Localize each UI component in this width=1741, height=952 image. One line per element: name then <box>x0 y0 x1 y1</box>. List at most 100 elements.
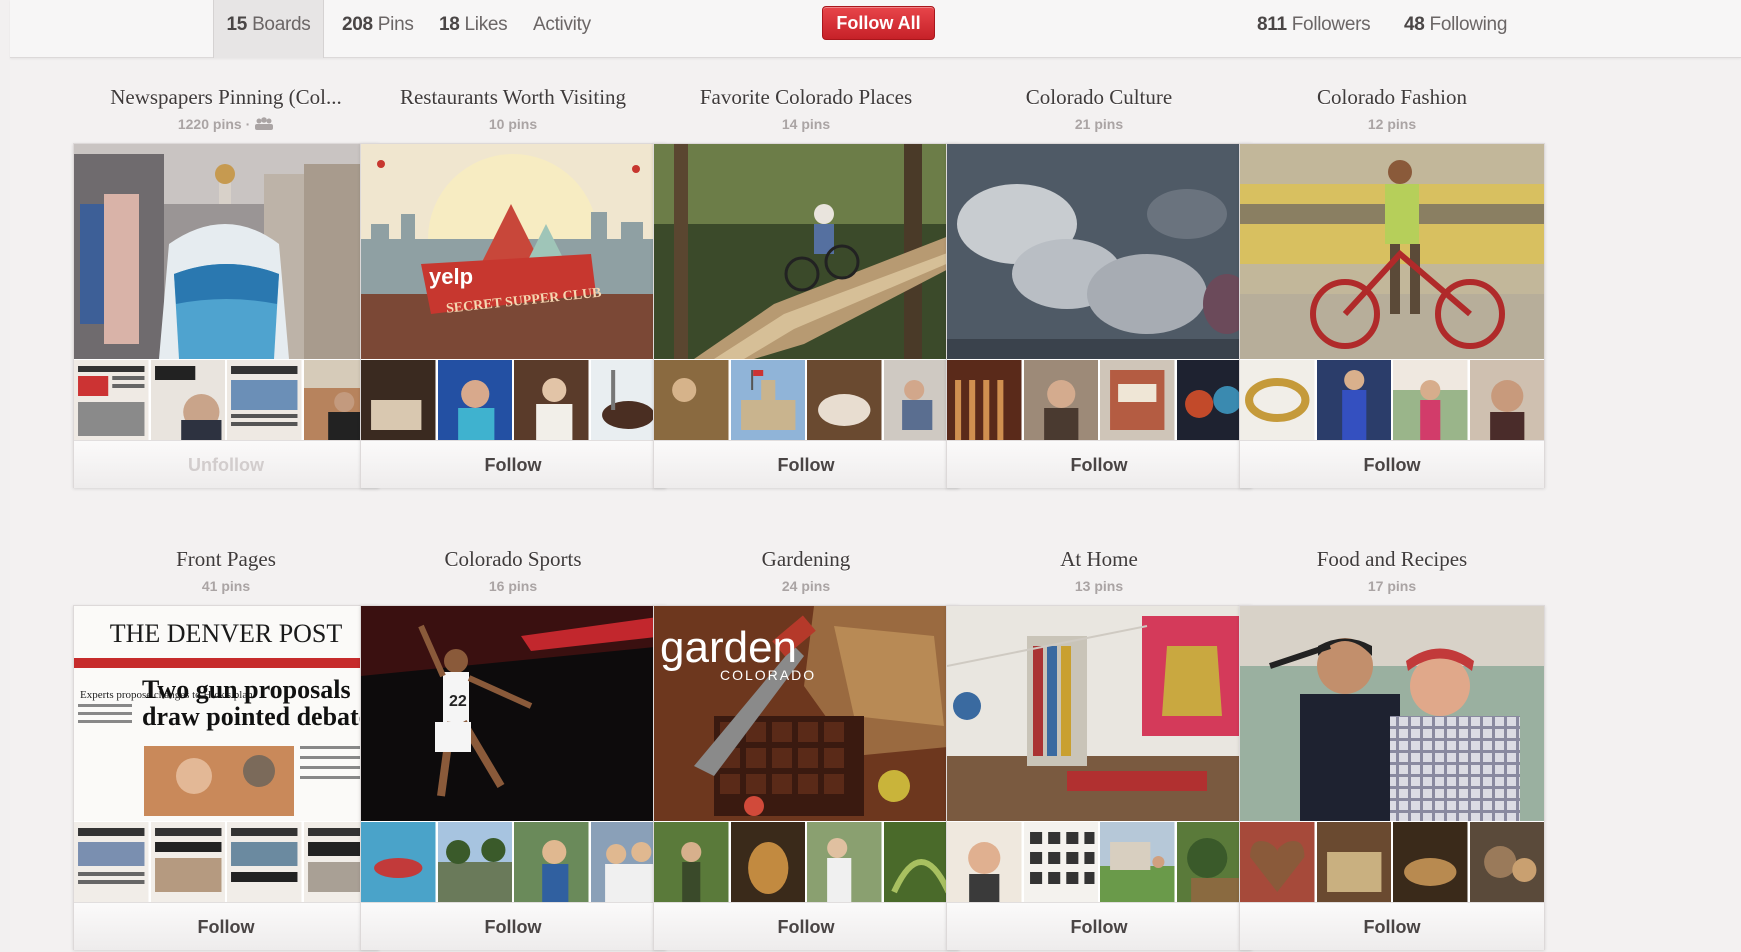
board-front-pages[interactable]: Front Pages 41 pins THE DENVER POST Expe… <box>73 545 379 950</box>
jersey-number: 22 <box>449 693 467 710</box>
board-title[interactable]: Front Pages <box>73 545 379 573</box>
board-title[interactable]: Colorado Culture <box>946 83 1252 111</box>
board-pin-count: 1220 pins · <box>73 111 379 137</box>
board-cover-image[interactable] <box>654 144 958 359</box>
board-newspapers-pinning[interactable]: Newspapers Pinning (Col... 1220 pins · U… <box>73 83 379 488</box>
follow-button[interactable]: Follow <box>654 902 958 950</box>
thumbnail-image[interactable] <box>514 822 589 902</box>
board-card[interactable]: garden COLORADO Follow <box>653 605 959 950</box>
follow-all-button[interactable]: Follow All <box>822 6 935 40</box>
board-cover-image[interactable] <box>947 606 1251 821</box>
thumbnail-image[interactable] <box>150 822 225 902</box>
board-restaurants-worth-visiting[interactable]: Restaurants Worth Visiting 10 pins yelp <box>360 83 666 488</box>
board-cover-image[interactable] <box>1240 144 1544 359</box>
thumbnail-image[interactable] <box>1240 360 1315 440</box>
thumbnail-image[interactable] <box>437 360 512 440</box>
board-pin-count: 16 pins <box>488 578 538 594</box>
board-cover-image[interactable]: yelp SECRET SUPPER CLUB <box>361 144 665 359</box>
thumbnail-image[interactable] <box>654 822 729 902</box>
board-title[interactable]: Restaurants Worth Visiting <box>360 83 666 111</box>
board-card[interactable]: Unfollow <box>73 143 379 488</box>
board-cover-image[interactable]: THE DENVER POST Experts propose changes … <box>74 606 378 821</box>
thumbnail-image[interactable] <box>514 360 589 440</box>
board-card[interactable]: 22 Follow <box>360 605 666 950</box>
board-title[interactable]: Gardening <box>653 545 959 573</box>
board-gardening[interactable]: Gardening 24 pins garden COLORADO Follow <box>653 545 959 950</box>
follow-button[interactable]: Follow <box>1240 440 1544 488</box>
board-title[interactable]: At Home <box>946 545 1252 573</box>
profile-boards-page: 15 Boards 208 Pins 18 Likes Activity Fol… <box>10 0 1741 952</box>
thumbnail-image[interactable] <box>437 822 512 902</box>
thumbnail-image[interactable] <box>1316 822 1391 902</box>
board-at-home[interactable]: At Home 13 pins Follow <box>946 545 1252 950</box>
follow-button[interactable]: Follow <box>947 902 1251 950</box>
thumbnail-image[interactable] <box>1393 360 1468 440</box>
board-card[interactable]: Follow <box>946 605 1252 950</box>
board-pin-count: 12 pins <box>1367 116 1417 132</box>
tab-following[interactable]: 48 Following <box>1404 0 1507 58</box>
thumbnail-image[interactable] <box>1100 822 1175 902</box>
thumbnail-image[interactable] <box>1100 360 1175 440</box>
tab-boards[interactable]: 15 Boards <box>213 0 324 58</box>
board-card[interactable]: Follow <box>653 143 959 488</box>
follow-button[interactable]: Follow <box>947 440 1251 488</box>
tab-likes[interactable]: 18 Likes <box>439 0 508 58</box>
follow-button[interactable]: Follow <box>361 440 665 488</box>
board-title[interactable]: Favorite Colorado Places <box>653 83 959 111</box>
board-title[interactable]: Colorado Fashion <box>1239 83 1545 111</box>
board-title[interactable]: Newspapers Pinning (Col... <box>73 83 379 111</box>
board-pin-count: 13 pins <box>1074 578 1124 594</box>
thumbnail-image[interactable] <box>730 822 805 902</box>
thumbnail-image[interactable] <box>730 360 805 440</box>
thumbnail-image[interactable] <box>947 360 1022 440</box>
board-food-and-recipes[interactable]: Food and Recipes 17 pins Follow <box>1239 545 1545 950</box>
board-cover-image[interactable] <box>947 144 1251 359</box>
board-card[interactable]: Follow <box>946 143 1252 488</box>
thumbnail-image[interactable] <box>150 360 225 440</box>
unfollow-button[interactable]: Unfollow <box>74 440 378 488</box>
thumbnail-image[interactable] <box>1316 360 1391 440</box>
board-colorado-fashion[interactable]: Colorado Fashion 12 pins Follow <box>1239 83 1545 488</box>
board-colorado-sports[interactable]: Colorado Sports 16 pins 22 Follow <box>360 545 666 950</box>
tab-followers[interactable]: 811 Followers <box>1257 0 1371 58</box>
board-cover-image[interactable]: 22 <box>361 606 665 821</box>
board-colorado-culture[interactable]: Colorado Culture 21 pins Follow <box>946 83 1252 488</box>
thumbnail-image[interactable] <box>361 822 436 902</box>
thumbnail-image[interactable] <box>1023 822 1098 902</box>
thumbnail-image[interactable] <box>361 360 436 440</box>
board-card[interactable]: yelp SECRET SUPPER CLUB Follow <box>360 143 666 488</box>
board-title[interactable]: Food and Recipes <box>1239 545 1545 573</box>
follow-button[interactable]: Follow <box>1240 902 1544 950</box>
board-card[interactable]: Follow <box>1239 143 1545 488</box>
board-thumbnails <box>1240 360 1544 440</box>
board-card[interactable]: Follow <box>1239 605 1545 950</box>
thumbnail-image[interactable] <box>74 360 149 440</box>
thumbnail-image[interactable] <box>947 822 1022 902</box>
thumbnail-image[interactable] <box>1023 360 1098 440</box>
thumbnail-image[interactable] <box>807 822 882 902</box>
board-cover-image[interactable] <box>1240 606 1544 821</box>
tab-activity[interactable]: Activity <box>533 0 591 58</box>
thumbnail-image[interactable] <box>227 822 302 902</box>
board-card[interactable]: THE DENVER POST Experts propose changes … <box>73 605 379 950</box>
thumbnail-image[interactable] <box>807 360 882 440</box>
thumbnail-image[interactable] <box>1469 360 1544 440</box>
board-cover-image[interactable]: garden COLORADO <box>654 606 958 821</box>
thumbnail-image[interactable] <box>227 360 302 440</box>
follow-button[interactable]: Follow <box>361 902 665 950</box>
board-cover-image[interactable] <box>74 144 378 359</box>
follow-button[interactable]: Follow <box>74 902 378 950</box>
thumbnail-image[interactable] <box>654 360 729 440</box>
board-favorite-colorado-places[interactable]: Favorite Colorado Places 14 pins Follow <box>653 83 959 488</box>
thumbnail-image[interactable] <box>1240 822 1315 902</box>
follow-button[interactable]: Follow <box>654 440 958 488</box>
profile-nav-bar: 15 Boards 208 Pins 18 Likes Activity Fol… <box>10 0 1741 58</box>
thumbnail-image[interactable] <box>1393 822 1468 902</box>
tab-pins[interactable]: 208 Pins <box>342 0 414 58</box>
thumbnail-image[interactable] <box>1469 822 1544 902</box>
front-page-headline: Two gun proposals draw pointed debate <box>142 676 371 731</box>
board-pin-count: 10 pins <box>488 116 538 132</box>
denver-post-masthead: THE DENVER POST <box>110 619 343 648</box>
thumbnail-image[interactable] <box>74 822 149 902</box>
board-title[interactable]: Colorado Sports <box>360 545 666 573</box>
